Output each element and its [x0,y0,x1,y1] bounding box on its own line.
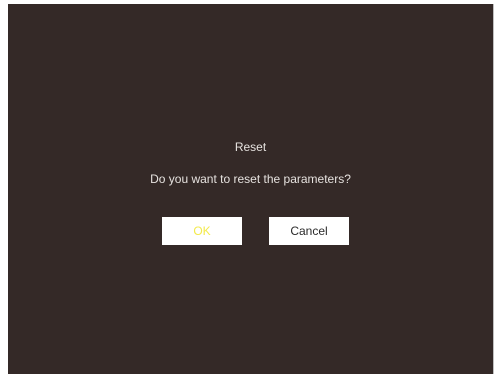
screen-background: Reset Do you want to reset the parameter… [8,4,494,374]
ok-button[interactable]: OK [162,217,242,245]
cancel-button[interactable]: Cancel [269,217,349,245]
reset-dialog: Reset Do you want to reset the parameter… [8,4,493,374]
dialog-title: Reset [234,140,267,154]
dialog-message: Do you want to reset the parameters? [150,172,351,186]
